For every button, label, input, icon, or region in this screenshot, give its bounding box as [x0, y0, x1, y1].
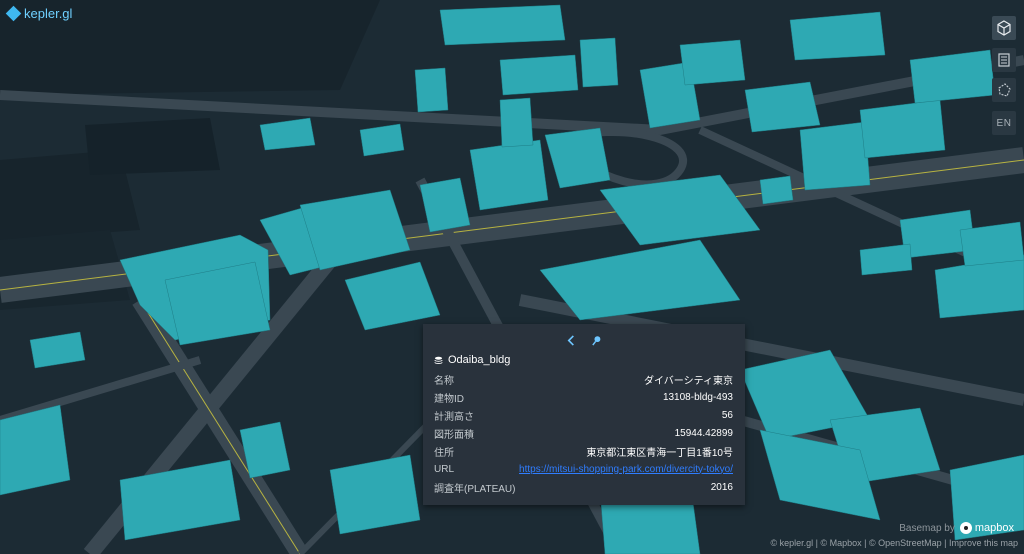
- cube-3d-icon: [997, 20, 1011, 36]
- layer-stack-icon: [434, 356, 443, 364]
- language-button[interactable]: EN: [992, 111, 1016, 135]
- layer-name: Odaiba_bldg: [448, 354, 511, 366]
- tooltip-nav: [423, 324, 745, 352]
- chevron-left-icon[interactable]: [566, 334, 577, 346]
- draw-polygon-button[interactable]: [992, 78, 1016, 102]
- map-tooltip[interactable]: Odaiba_bldg 名称 ダイバーシティ東京 建物ID 13108-bldg…: [423, 324, 745, 505]
- tooltip-row-url: URL https://mitsui-shopping-park.com/div…: [434, 463, 733, 475]
- tooltip-row-height: 計測高さ 56: [434, 409, 733, 423]
- map-viewport[interactable]: kepler.gl EN Odaiba_bldg 名称 ダイバーシティ東京 建物…: [0, 0, 1024, 554]
- legend-icon: [998, 53, 1010, 67]
- tooltip-row-survey-year: 調査年(PLATEAU) 2016: [434, 481, 733, 495]
- mapbox-wordmark: mapbox: [974, 522, 1014, 534]
- basemap-label: Basemap by: [899, 522, 955, 534]
- pin-icon[interactable]: [591, 335, 602, 346]
- legend-button[interactable]: [992, 48, 1016, 72]
- kepler-diamond-icon: [5, 5, 22, 22]
- tooltip-row-name: 名称 ダイバーシティ東京: [434, 375, 733, 387]
- tooltip-layer-title: Odaiba_bldg: [423, 352, 745, 370]
- tooltip-url-link[interactable]: https://mitsui-shopping-park.com/diverci…: [519, 464, 733, 475]
- language-label: EN: [996, 117, 1012, 129]
- basemap-credit: Basemap by mapbox: [899, 522, 1014, 534]
- map-attribution[interactable]: © kepler.gl | © Mapbox | © OpenStreetMap…: [770, 538, 1018, 548]
- draw-polygon-icon: [998, 83, 1011, 97]
- tooltip-row-area: 図形面積 15944.42899: [434, 427, 733, 441]
- mapbox-icon: [959, 522, 972, 534]
- tooltip-row-building-id: 建物ID 13108-bldg-493: [434, 391, 733, 405]
- mapbox-logo[interactable]: mapbox: [959, 522, 1014, 534]
- tooltip-row-address: 住所 東京都江東区青海一丁目1番10号: [434, 447, 733, 459]
- brand-name: kepler.gl: [24, 6, 73, 21]
- kepler-logo[interactable]: kepler.gl: [5, 5, 73, 22]
- toggle-3d-button[interactable]: [992, 16, 1016, 40]
